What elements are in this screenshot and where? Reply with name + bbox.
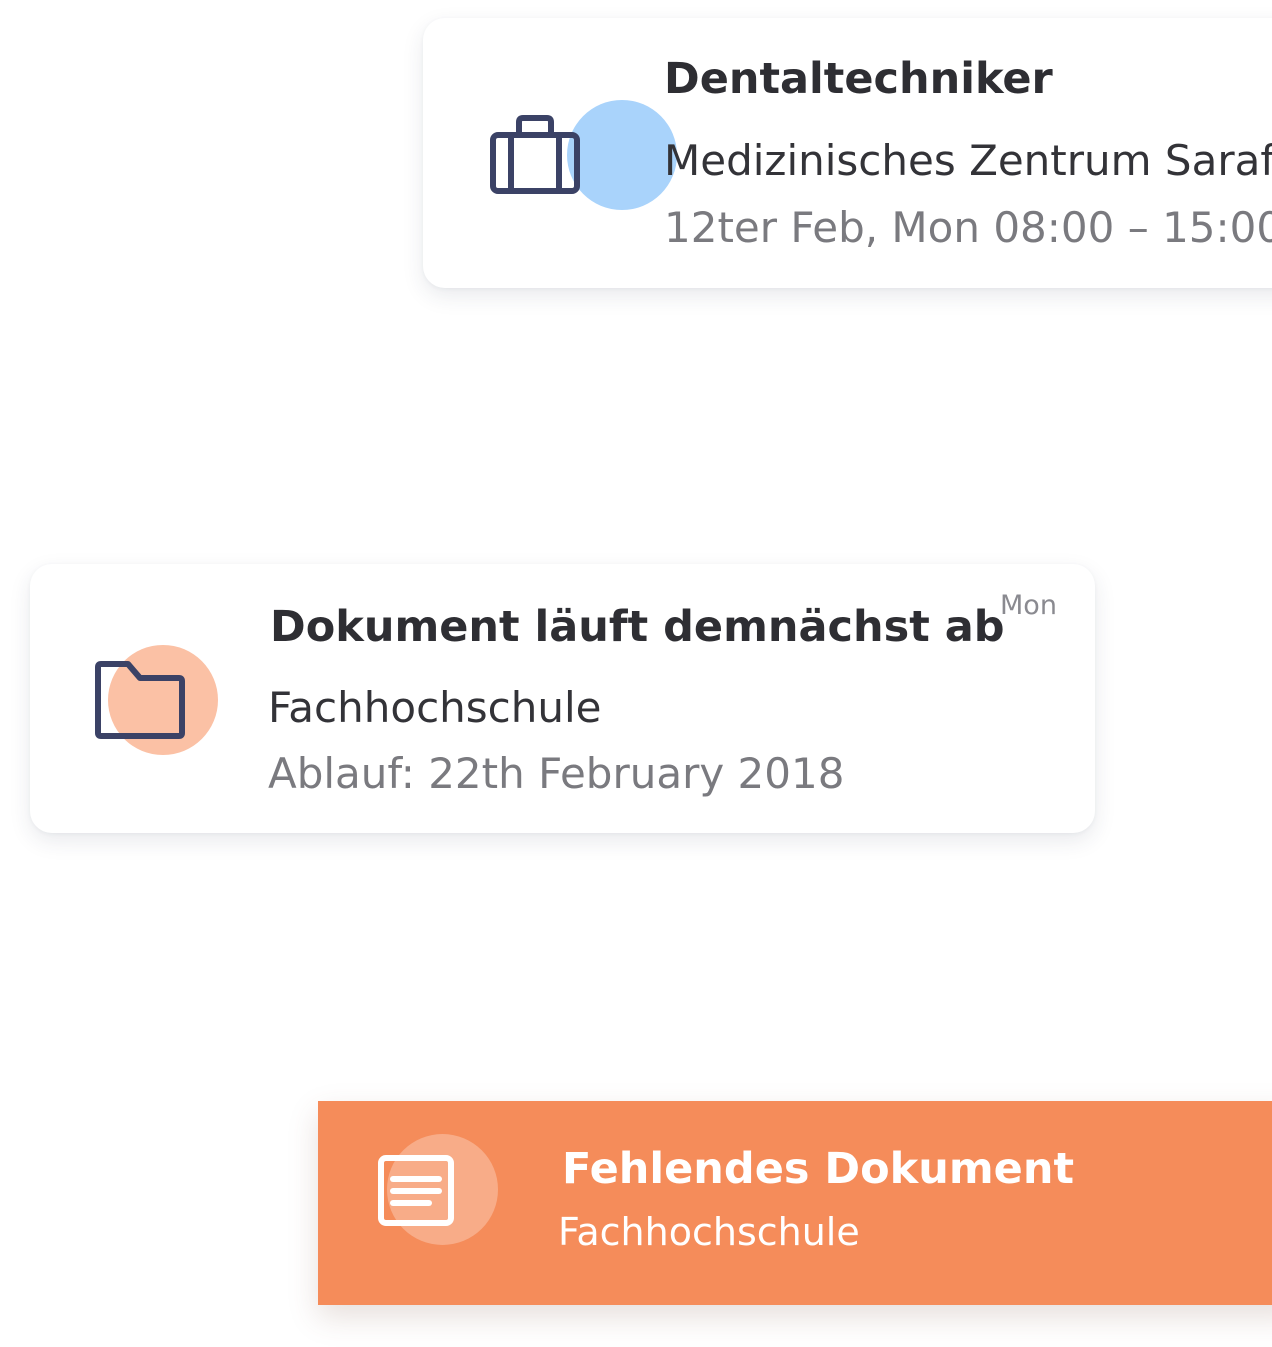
job-notification-card[interactable]: Dentaltechniker Medizinisches Zentrum Sa… [423, 18, 1272, 288]
banner-title: Fehlendes Dokument [562, 1144, 1075, 1194]
folder-icon [94, 643, 224, 763]
notification-time: Mon [1000, 590, 1057, 621]
briefcase-icon [489, 98, 677, 218]
document-expiring-card[interactable]: Dokument läuft demnächst ab Fachhochschu… [30, 564, 1095, 833]
document-expiring-title: Dokument läuft demnächst ab [270, 602, 1005, 652]
job-location: Medizinisches Zentrum Saraf [664, 136, 1272, 185]
document-institution: Fachhochschule [268, 683, 602, 732]
job-title: Dentaltechniker [664, 54, 1053, 104]
document-expiry-date: Ablauf: 22th February 2018 [268, 749, 845, 798]
document-icon [374, 1133, 504, 1253]
banner-institution: Fachhochschule [558, 1210, 860, 1254]
notification-canvas: Dentaltechniker Medizinisches Zentrum Sa… [0, 0, 1272, 1347]
job-schedule: 12ter Feb, Mon 08:00 – 15:00 [664, 203, 1272, 252]
missing-document-banner[interactable]: Fehlendes Dokument Fachhochschule [318, 1101, 1272, 1305]
